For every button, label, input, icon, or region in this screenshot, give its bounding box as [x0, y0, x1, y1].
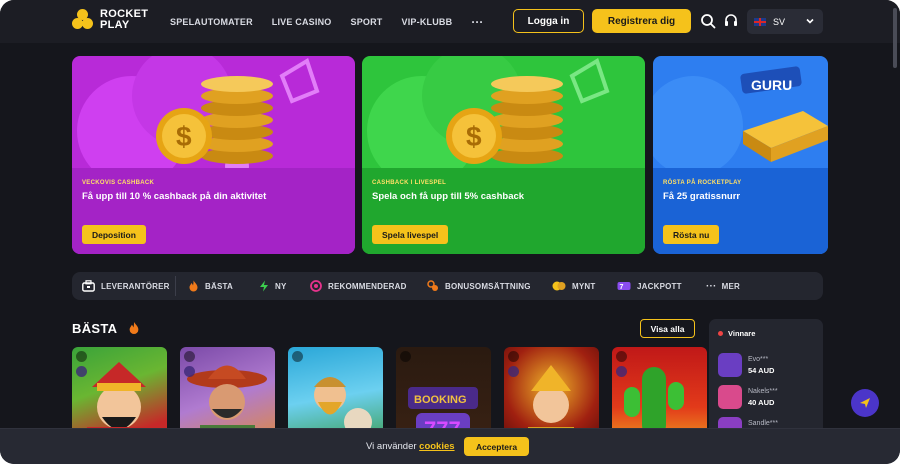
winner-game-thumb — [718, 353, 742, 377]
promo-heading: Spela och få upp till 5% cashback — [372, 191, 525, 202]
lightning-icon — [260, 280, 268, 292]
language-code: SV — [773, 16, 786, 27]
section-title: BÄSTA — [72, 321, 118, 336]
winner-item[interactable]: Evo*** 54 AUD — [718, 353, 818, 379]
svg-text:BOOKING: BOOKING — [414, 394, 467, 406]
category-providers[interactable]: LEVERANTÖRER — [82, 272, 170, 300]
cookie-text: Vi använder cookies — [366, 441, 455, 452]
category-best[interactable]: BÄSTA — [188, 272, 233, 300]
category-coins[interactable]: MYNT — [552, 272, 595, 300]
promo-heading: Få upp till 10 % cashback på din aktivit… — [82, 191, 267, 202]
winner-name: Sandle*** — [748, 420, 778, 427]
rocketplay-logo[interactable]: ROCKET PLAY — [72, 9, 148, 31]
send-icon — [860, 398, 870, 408]
category-bonus-wagering[interactable]: BONUSOMSÄTTNING — [427, 272, 531, 300]
hot-badge-icon — [400, 351, 411, 362]
feature-badge-icon — [616, 366, 627, 377]
hot-badge-icon — [76, 351, 87, 362]
promo-card-vote[interactable]: GURU RÖSTA PÅ ROCKETPLAY Få 25 gratissnu… — [653, 56, 828, 254]
category-new[interactable]: NY — [259, 272, 287, 300]
hot-badge-icon — [616, 351, 627, 362]
fire-icon — [189, 280, 198, 292]
hot-badge-icon — [292, 351, 303, 362]
view-all-button[interactable]: Visa alla — [640, 319, 695, 338]
promo-heading: Få 25 gratissnurr — [663, 191, 741, 202]
uk-flag-icon — [754, 17, 766, 26]
promo-kicker: VECKOVIS CASHBACK — [82, 180, 155, 186]
guru-label: GURU — [751, 77, 792, 93]
promo-art-coins: $ — [367, 56, 610, 168]
bonus-icon — [427, 280, 438, 291]
login-button[interactable]: Logga in — [513, 9, 584, 33]
feature-badge-icon — [508, 366, 519, 377]
page-scrollbar[interactable] — [893, 8, 897, 68]
promo-deposit-button[interactable]: Deposition — [82, 225, 146, 244]
promo-kicker: CASHBACK I LIVESPEL — [372, 180, 447, 186]
feature-badge-icon — [184, 366, 195, 377]
cookies-link[interactable]: cookies — [419, 441, 454, 452]
top-header: ROCKET PLAY SPELAUTOMATER LIVE CASINO SP… — [0, 0, 900, 43]
fire-icon — [129, 322, 139, 334]
nav-spelautomater[interactable]: SPELAUTOMATER — [170, 17, 253, 27]
headset-icon[interactable] — [723, 13, 739, 29]
svg-text:$: $ — [176, 121, 192, 152]
promo-play-live-button[interactable]: Spela livespel — [372, 225, 449, 244]
category-jackpot[interactable]: 7 JACKPOTT — [617, 272, 682, 300]
category-recommended[interactable]: REKOMMENDERAD — [310, 272, 407, 300]
winners-title: Vinnare — [728, 329, 756, 338]
cookie-banner: Vi använder cookies Acceptera — [0, 428, 900, 464]
promo-card-live-cashback[interactable]: $ CASHBACK I LIVESPEL Spela och få upp t… — [362, 56, 645, 254]
nav-sport[interactable]: SPORT — [351, 17, 383, 27]
hot-badge-icon — [184, 351, 195, 362]
svg-text:$: $ — [466, 121, 482, 152]
promo-vote-button[interactable]: Rösta nu — [663, 225, 720, 244]
hot-badge-icon — [508, 351, 519, 362]
nav-vip-klubb[interactable]: VIP-KLUBB — [402, 17, 453, 27]
winner-name: Nakels*** — [748, 388, 778, 395]
promo-card-weekly-cashback[interactable]: $ VECKOVIS CASHBACK Få upp till 10 % cas… — [72, 56, 355, 254]
svg-text:7: 7 — [620, 284, 624, 291]
accept-cookies-button[interactable]: Acceptera — [464, 437, 529, 456]
category-divider — [175, 276, 176, 296]
register-button[interactable]: Registrera dig — [592, 9, 691, 33]
promo-kicker: RÖSTA PÅ ROCKETPLAY — [663, 180, 742, 186]
nav-live-casino[interactable]: LIVE CASINO — [272, 17, 332, 27]
winner-item[interactable]: Nakels*** 40 AUD — [718, 385, 818, 411]
winner-amount: 54 AUD — [748, 366, 775, 375]
promo-art-gold-bar: GURU — [653, 66, 828, 168]
nav-more-icon[interactable]: ··· — [471, 15, 483, 29]
search-icon[interactable] — [700, 13, 716, 29]
winner-name: Evo*** — [748, 356, 769, 363]
chevron-down-icon — [806, 18, 814, 24]
jackpot-icon: 7 — [617, 282, 631, 291]
winner-game-thumb — [718, 385, 742, 409]
logo-text: ROCKET PLAY — [100, 8, 149, 31]
main-nav: SPELAUTOMATER LIVE CASINO SPORT VIP-KLUB… — [170, 0, 483, 43]
feature-badge-icon — [76, 366, 87, 377]
app-window: ROCKET PLAY SPELAUTOMATER LIVE CASINO SP… — [0, 0, 900, 464]
language-selector[interactable]: SV — [747, 9, 823, 34]
category-bar: LEVERANTÖRER BÄSTA NY REKOMMENDERAD BONU… — [72, 272, 823, 300]
promo-art-coins: $ — [77, 56, 320, 168]
live-dot-icon — [718, 331, 723, 336]
provider-icon — [82, 280, 95, 292]
ellipsis-icon: ··· — [706, 280, 717, 292]
chat-button[interactable] — [851, 389, 879, 417]
winner-amount: 40 AUD — [748, 398, 775, 407]
recommend-icon — [310, 280, 322, 292]
logo-mark-icon — [72, 9, 94, 31]
coins-icon — [552, 281, 566, 291]
category-more[interactable]: ··· MER — [706, 272, 740, 300]
